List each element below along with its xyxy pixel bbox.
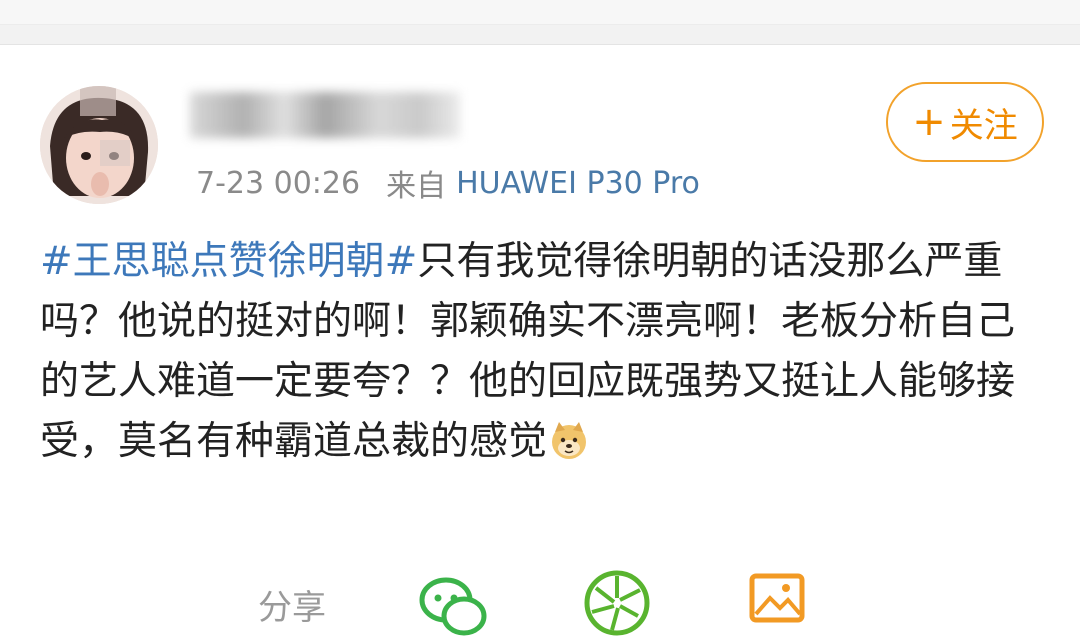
username-blurred (190, 92, 460, 138)
top-strip (0, 0, 1080, 25)
source-label: 来自 (386, 169, 447, 204)
post-time: 7-23 00:26 (196, 165, 361, 201)
image-icon[interactable] (748, 568, 806, 626)
plus-icon: + (912, 99, 946, 145)
avatar-image (40, 86, 158, 204)
top-divider-band (0, 0, 1080, 45)
post-content: #王思聪点赞徐明朝#只有我觉得徐明朝的话没那么严重吗？他说的挺对的啊！郭颖确实不… (40, 232, 1045, 472)
wechat-icon[interactable] (416, 568, 492, 644)
device-name[interactable]: HUAWEI P30 Pro (456, 166, 700, 201)
follow-label: 关注 (949, 105, 1018, 146)
moments-icon[interactable] (582, 568, 652, 638)
follow-button[interactable]: + 关注 (886, 82, 1044, 162)
post-meta: 7-23 00:26 来自 HUAWEI P30 Pro (196, 163, 700, 205)
avatar[interactable] (40, 86, 158, 204)
doge-emoji-icon (552, 422, 587, 459)
hashtag-link[interactable]: #王思聪点赞徐明朝# (40, 239, 417, 284)
share-bar: 分享 (0, 560, 1080, 636)
